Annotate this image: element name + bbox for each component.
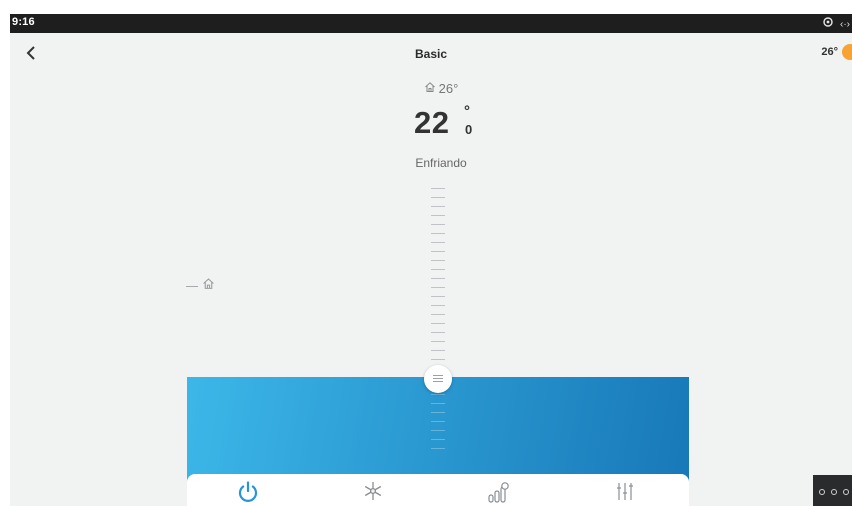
ruler-tick [431,197,445,198]
ruler-tick [431,332,445,333]
sun-icon [842,44,852,60]
ruler-tick [431,269,445,270]
page-indicator[interactable] [813,475,852,506]
setpoint-degree: ° [464,103,470,120]
ruler-tick [431,188,445,189]
grip-line [433,378,443,379]
setpoint-value: 22 [414,105,450,140]
marker-line [186,285,198,287]
ruler-tick [431,359,445,360]
app-window: 9:16 ‹·› Basic 26° 26° 22 ° 0 Enfriando [10,14,852,506]
ruler-tick [431,314,445,315]
ruler-tick [431,305,445,306]
bar-chart-icon [488,482,509,503]
status-icons: ‹·› [819,17,850,30]
indoor-temperature: 26° [10,80,852,96]
ruler-tick [431,251,445,252]
indoor-temperature-value: 26° [438,81,459,97]
statistics-button[interactable] [482,480,514,506]
ruler-tick [431,296,445,297]
page-dot [819,489,825,495]
ruler-tick [431,350,445,351]
ruler-tick [431,206,445,207]
page-dot [843,489,849,495]
ruler-tick [431,233,445,234]
weather-widget[interactable]: 26° [821,44,852,60]
ruler-tick [431,394,445,395]
power-button[interactable] [232,480,264,506]
status-time: 9:16 [12,16,35,28]
ruler-tick [431,215,445,216]
bottom-navigation [187,474,689,506]
status-bar: 9:16 ‹·› [10,14,852,33]
ruler-tick [431,287,445,288]
outdoor-temperature: 26° [821,46,838,58]
grip-line [433,381,443,382]
target-icon [823,17,836,30]
ruler-tick [431,421,445,422]
temperature-slider-handle[interactable] [424,365,452,393]
ruler-tick [431,260,445,261]
ruler-tick [431,323,445,324]
page-dot [831,489,837,495]
grip-line [433,375,443,376]
ruler-tick [431,224,445,225]
ruler-tick [431,430,445,431]
snowflake-icon [364,482,382,500]
ruler-tick [431,242,445,243]
setpoint-display: 22 ° 0 [414,103,484,145]
power-icon [238,481,258,502]
ruler-tick [431,412,445,413]
cooling-mode-button[interactable] [357,480,389,506]
sliders-icon [617,483,633,500]
ruler-tick [431,439,445,440]
setpoint-decimal: 0 [465,122,473,137]
settings-button[interactable] [609,480,641,506]
mode-status: Enfriando [415,156,467,170]
ruler-tick [431,403,445,404]
ruler-tick [431,278,445,279]
ruler-tick [431,341,445,342]
arrows-icon: ‹·› [840,19,850,30]
house-icon [202,277,215,295]
page-title: Basic [414,47,448,61]
house-icon [424,81,436,96]
ruler-tick [431,448,445,449]
indoor-temperature-marker [186,277,215,295]
